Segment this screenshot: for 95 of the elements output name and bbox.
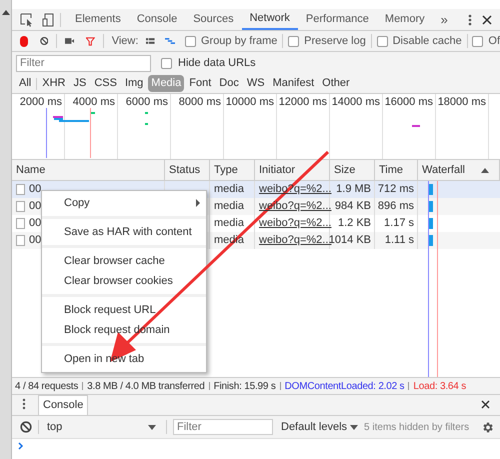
file-icon [16, 218, 25, 229]
video-camera-icon[interactable] [65, 37, 74, 45]
checkbox[interactable] [288, 36, 300, 46]
file-icon [16, 235, 25, 246]
column-header[interactable]: Initiator [259, 162, 296, 178]
inspect-icon[interactable] [20, 12, 34, 26]
view-label: View: [112, 34, 138, 49]
submenu-arrow-icon [196, 199, 200, 207]
checkbox-label: Disable cache [392, 34, 462, 49]
status-text: Load: 3.64 s [413, 380, 466, 394]
hidden-count: 5 items hidden by filters [364, 420, 470, 434]
column-header[interactable]: Waterfall [422, 162, 465, 178]
close-icon[interactable] [481, 400, 490, 409]
panel-tab[interactable]: Console [128, 9, 186, 30]
checkbox-label: Hide data URLs [178, 56, 256, 71]
checkbox-label: Of [488, 34, 500, 49]
type-filter[interactable]: Other [319, 75, 353, 92]
console-filter-field[interactable]: Filter [173, 419, 273, 435]
table-cell-text: 1014 KB [328, 233, 371, 248]
checkbox-label: Preserve log [304, 34, 366, 49]
timeline-tick: 8000 ms [178, 95, 221, 110]
column-header[interactable]: Status [169, 162, 200, 178]
menu-item[interactable]: Clear browser cookies [42, 271, 206, 291]
timeline-tick: 14000 ms [332, 95, 380, 110]
column-header[interactable]: Time [379, 162, 404, 178]
column-header[interactable]: Size [334, 162, 356, 178]
levels-select[interactable]: Default levels [281, 418, 358, 436]
table-cell-text: 1.17 s [384, 216, 414, 232]
table-cell-text: 00 [29, 216, 42, 232]
initiator-link[interactable]: weibo?q=%2... [259, 215, 332, 232]
filter-field[interactable]: Filter [16, 54, 151, 72]
panel-tab[interactable]: Memory [376, 9, 433, 30]
panel-tab[interactable]: Performance [298, 9, 377, 30]
panel-tab[interactable]: Elements [67, 9, 129, 30]
clear-icon[interactable] [20, 421, 32, 433]
menu-item[interactable]: Clear browser cache [42, 251, 206, 271]
column-header[interactable]: Type [214, 162, 238, 178]
file-icon [16, 201, 25, 212]
table-cell-text: 00 [29, 233, 42, 248]
prompt-icon [18, 442, 24, 450]
type-filter[interactable]: JS [70, 75, 90, 92]
type-filter[interactable]: All [16, 75, 34, 92]
more-tabs-button[interactable]: » [432, 10, 456, 30]
close-icon[interactable] [482, 14, 492, 24]
filter-icon[interactable] [86, 36, 95, 46]
type-filter[interactable]: Doc [216, 75, 242, 92]
table-cell-text: 984 KB [334, 199, 371, 214]
more-options-icon[interactable] [468, 14, 472, 26]
checkbox[interactable] [161, 58, 172, 68]
table-cell-text: 712 ms [378, 182, 414, 198]
table-cell-text: 896 ms [378, 199, 414, 214]
waterfall-view-icon[interactable] [164, 37, 175, 45]
status-text: 3.8 MB / 4.0 MB transferred [87, 380, 205, 394]
device-icon[interactable] [42, 12, 54, 26]
timeline-tick: 12000 ms [278, 95, 327, 110]
table-cell-text: media [214, 216, 244, 232]
context-select[interactable]: top [45, 418, 160, 436]
settings-icon[interactable] [481, 420, 494, 434]
status-text: Finish: 15.99 s [214, 380, 276, 394]
checkbox[interactable] [472, 36, 484, 46]
type-filter[interactable]: WS [244, 75, 268, 92]
checkbox[interactable] [376, 36, 388, 46]
type-filter[interactable]: CSS [91, 75, 120, 92]
checkbox[interactable] [184, 36, 196, 46]
table-cell-text: 1.9 MB [336, 182, 371, 198]
type-filter[interactable]: Font [186, 75, 214, 92]
sort-icon[interactable] [481, 168, 489, 172]
timeline-tick: 4000 ms [72, 95, 115, 110]
initiator-link[interactable]: weibo?q=%2... [259, 232, 332, 249]
menu-item[interactable]: Block request URL [42, 300, 206, 320]
column-header[interactable]: Name [16, 162, 46, 178]
record-icon[interactable] [20, 36, 28, 46]
status-text: DOMContentLoaded: 2.02 s [284, 380, 404, 394]
type-filter[interactable]: Manifest [270, 75, 318, 92]
timeline-tick: 10000 ms [226, 95, 274, 110]
table-cell-text: 00 [29, 182, 42, 198]
status-text: 4 / 84 requests [15, 380, 78, 394]
table-cell-text: 1.11 s [384, 233, 414, 248]
timeline-tick: 16000 ms [384, 95, 433, 110]
timeline-tick: 6000 ms [126, 95, 168, 110]
type-filter[interactable]: Img [122, 75, 146, 92]
type-filter[interactable]: XHR [39, 75, 68, 92]
list-view-icon[interactable] [146, 37, 155, 45]
table-cell-text: media [214, 199, 244, 214]
drawer-tab[interactable]: Console [38, 395, 88, 415]
table-cell-text: 1.2 KB [338, 216, 371, 232]
panel-tab[interactable]: Sources [185, 9, 242, 30]
checkbox-label: Group by frame [200, 34, 278, 49]
more-options-icon[interactable] [22, 398, 26, 410]
timeline-tick: 18000 ms [438, 95, 486, 110]
table-cell-text: media [214, 182, 244, 198]
file-icon [16, 184, 25, 195]
table-cell-text: 00 [29, 199, 42, 214]
timeline-tick: 2000 ms [20, 95, 62, 110]
clear-icon[interactable] [40, 35, 48, 47]
